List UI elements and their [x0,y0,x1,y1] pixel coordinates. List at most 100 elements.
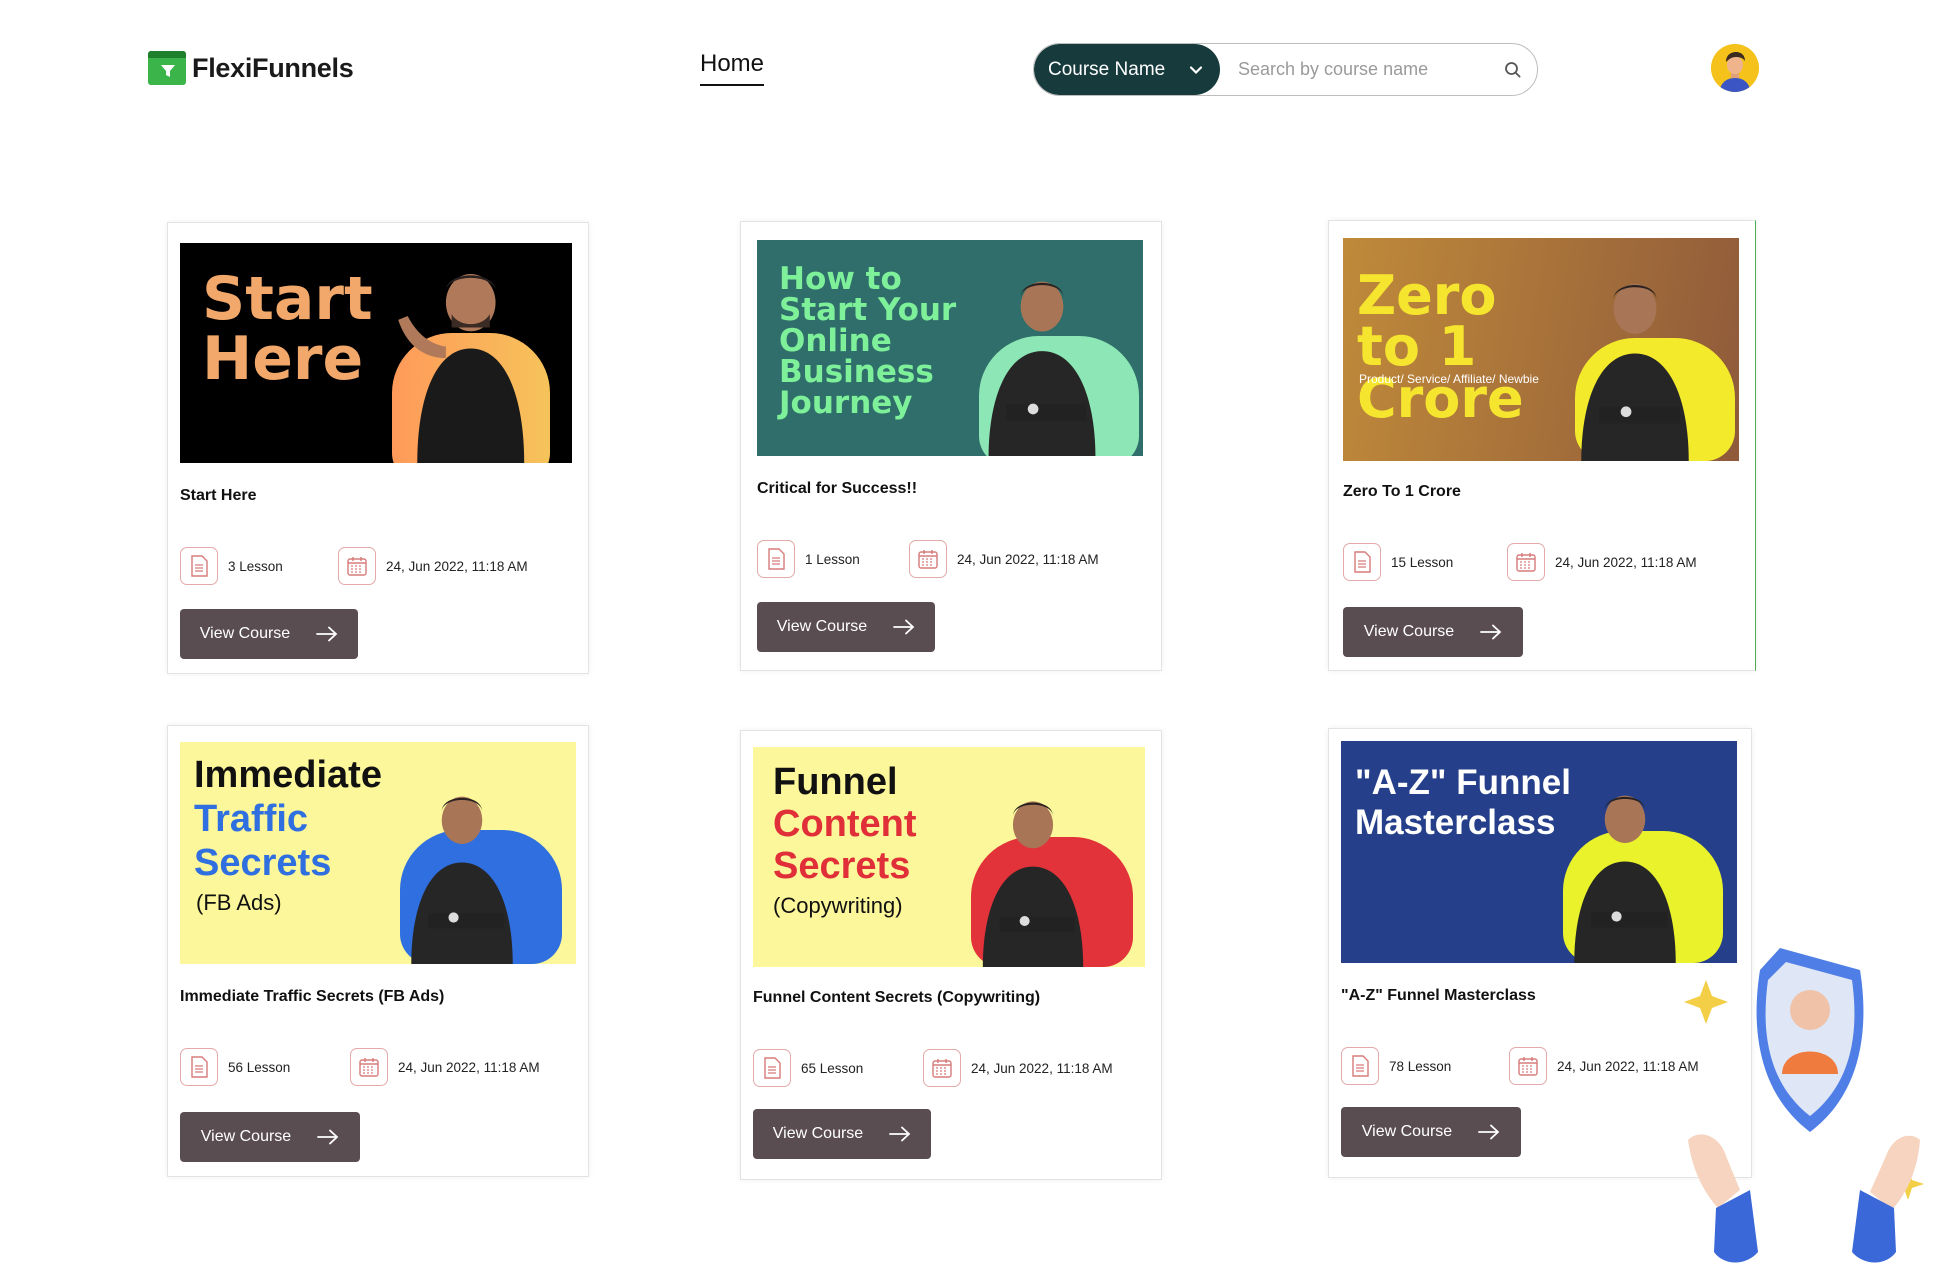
view-course-label: View Course [199,625,291,642]
calendar-icon [1509,1047,1547,1085]
view-course-label: View Course [772,1125,864,1142]
lesson-count: 56 Lesson [180,1048,290,1086]
arrow-right-icon [889,1126,911,1142]
arrow-right-icon [1480,624,1502,640]
thumbnail-title-line-2: Content [773,803,917,845]
course-card: Funnel Content Secrets (Copywriting) Fun… [740,730,1162,1180]
course-title: Immediate Traffic Secrets (FB Ads) [180,988,445,1005]
document-icon [1341,1047,1379,1085]
chevron-down-icon [1190,65,1203,74]
lesson-count: 3 Lesson [180,547,283,585]
view-course-button[interactable]: View Course [180,609,358,659]
lesson-count-text: 65 Lesson [801,1060,864,1076]
thumbnail-subtitle: (Copywriting) [773,893,903,918]
course-date-text: 24, Jun 2022, 11:18 AM [971,1060,1113,1076]
course-search-bar: Course Name [1033,43,1538,96]
course-date: 24, Jun 2022, 11:18 AM [909,540,1099,578]
user-avatar[interactable] [1711,44,1759,92]
course-date-text: 24, Jun 2022, 11:18 AM [1555,554,1697,570]
thumbnail-title: Zero to 1 Crore [1357,264,1524,430]
view-course-label: View Course [776,618,868,635]
security-shield-hands-illustration [1684,948,1924,1263]
document-icon [180,547,218,585]
view-course-button[interactable]: View Course [753,1109,931,1159]
course-thumbnail[interactable]: How to Start Your Online Business Journe… [757,240,1143,456]
brand-logo[interactable]: FlexiFunnels [148,48,354,88]
course-date: 24, Jun 2022, 11:18 AM [1507,543,1697,581]
nav-home-link[interactable]: Home [700,50,765,86]
course-date: 24, Jun 2022, 11:18 AM [923,1049,1113,1087]
course-thumbnail[interactable]: Zero to 1 Crore Product/ Service/ Affili… [1343,238,1739,461]
course-card: Start Here Start Here 3 Lesson 24, Jun 2… [167,222,589,674]
view-course-button[interactable]: View Course [180,1112,360,1162]
instructor-photo [982,801,1084,967]
view-course-button[interactable]: View Course [1343,607,1523,657]
funnel-logo-icon [148,49,188,87]
course-thumbnail[interactable]: "A-Z" Funnel Masterclass [1341,741,1737,963]
thumbnail-subtitle: (FB Ads) [196,890,282,915]
course-title: Critical for Success!! [757,480,918,497]
calendar-icon [909,540,947,578]
lesson-count: 15 Lesson [1343,543,1453,581]
calendar-icon [1507,543,1545,581]
course-card: How to Start Your Online Business Journe… [740,221,1162,671]
document-icon [180,1048,218,1086]
view-course-label: View Course [200,1128,292,1145]
instructor-photo [1574,795,1676,963]
thumbnail-subtitle: Product/ Service/ Affiliate/ Newbie [1359,372,1539,386]
course-thumbnail[interactable]: Funnel Content Secrets (Copywriting) [753,747,1145,967]
thumbnail-title-line-2: Traffic [194,798,309,840]
instructor-photo [988,281,1096,456]
search-filter-label: Course Name [1048,58,1166,80]
search-input[interactable] [1220,44,1489,95]
lesson-count-text: 56 Lesson [228,1059,291,1075]
course-date-text: 24, Jun 2022, 11:18 AM [398,1059,540,1075]
lesson-count-text: 15 Lesson [1391,554,1454,570]
course-date-text: 24, Jun 2022, 11:18 AM [957,551,1099,567]
lesson-count: 1 Lesson [757,540,860,578]
lesson-count: 78 Lesson [1341,1047,1451,1085]
course-card: Immediate Traffic Secrets (FB Ads) Immed… [167,725,589,1177]
lesson-count-text: 78 Lesson [1389,1058,1452,1074]
arrow-right-icon [317,1129,339,1145]
course-date-text: 24, Jun 2022, 11:18 AM [386,558,528,574]
course-title: Funnel Content Secrets (Copywriting) [753,989,1041,1006]
document-icon [757,540,795,578]
course-date: 24, Jun 2022, 11:18 AM [338,547,528,585]
lesson-count-text: 1 Lesson [805,551,860,567]
course-thumbnail[interactable]: Immediate Traffic Secrets (FB Ads) [180,742,576,964]
calendar-icon [923,1049,961,1087]
instructor-photo [398,274,525,463]
brand-name: FlexiFunnels [192,52,354,83]
course-title: Zero To 1 Crore [1343,483,1461,500]
thumbnail-title-line-3: Secrets [773,845,911,887]
document-icon [753,1049,791,1087]
course-date-text: 24, Jun 2022, 11:18 AM [1557,1058,1699,1074]
lesson-count-text: 3 Lesson [228,558,283,574]
course-title: Start Here [180,487,257,504]
view-course-label: View Course [1363,623,1455,640]
thumbnail-title-line-3: Secrets [194,842,332,884]
top-header: FlexiFunnels Home Course Name [0,0,1936,140]
search-icon[interactable] [1489,44,1537,95]
calendar-icon [338,547,376,585]
document-icon [1343,543,1381,581]
search-filter-select[interactable]: Course Name [1034,44,1220,95]
course-title: "A-Z" Funnel Masterclass [1341,987,1536,1004]
course-date: 24, Jun 2022, 11:18 AM [350,1048,540,1086]
view-course-button[interactable]: View Course [1341,1107,1521,1157]
course-card: Zero to 1 Crore Product/ Service/ Affili… [1328,220,1756,671]
lesson-count: 65 Lesson [753,1049,863,1087]
thumbnail-title-line-1: Immediate [194,754,382,796]
instructor-photo [1581,283,1689,461]
arrow-right-icon [893,619,915,635]
arrow-right-icon [316,626,338,642]
course-thumbnail[interactable]: Start Here [180,243,572,463]
calendar-icon [350,1048,388,1086]
thumbnail-title: Start Here [202,264,373,394]
thumbnail-title-line-1: Funnel [773,761,898,803]
course-date: 24, Jun 2022, 11:18 AM [1509,1047,1699,1085]
arrow-right-icon [1478,1124,1500,1140]
view-course-button[interactable]: View Course [757,602,935,652]
instructor-photo [411,796,513,964]
